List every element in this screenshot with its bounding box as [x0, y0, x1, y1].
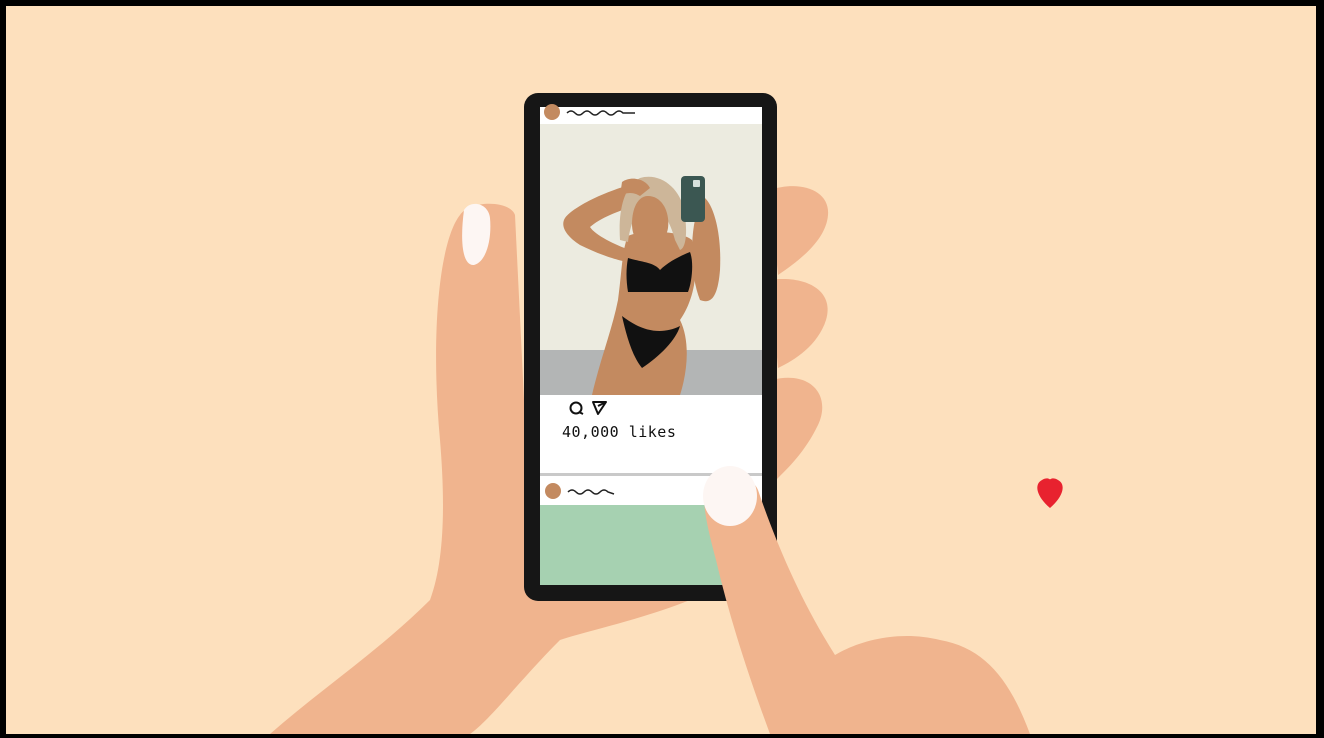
index-fingernail [703, 466, 757, 526]
post-photo[interactable] [540, 124, 762, 395]
likes-count: 40,000 likes [562, 423, 676, 441]
avatar [544, 104, 560, 120]
illustration: 40,000 likes [6, 6, 1316, 734]
next-post-avatar [545, 483, 561, 499]
